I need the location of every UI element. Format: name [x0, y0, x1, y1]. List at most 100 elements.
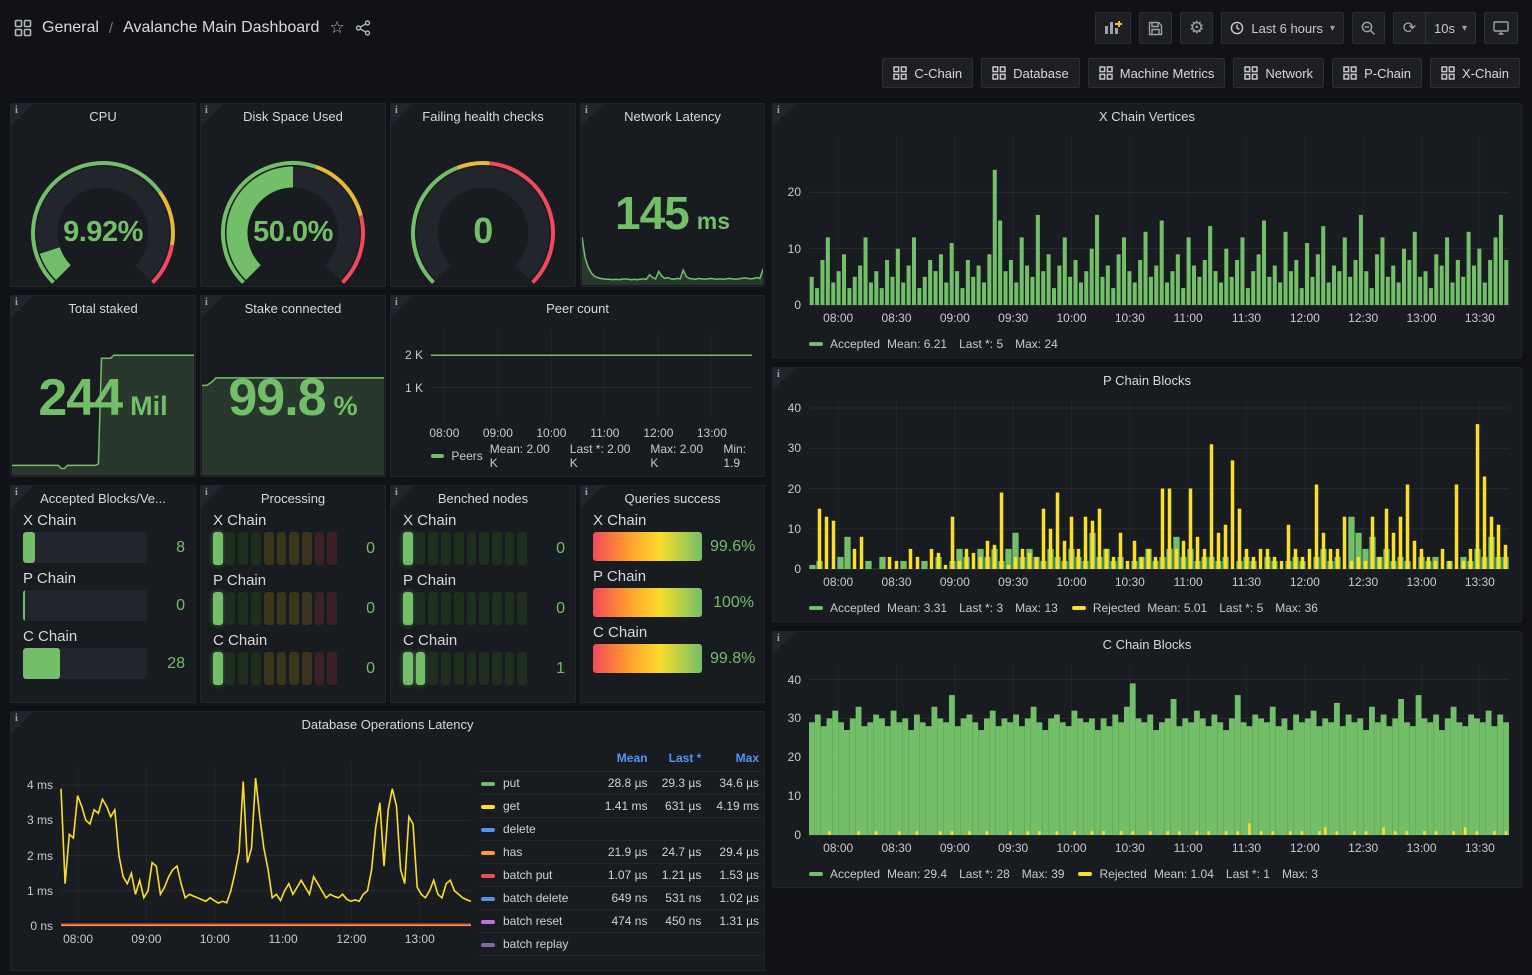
panel-title[interactable]: Accepted Blocks/Ve...: [11, 491, 195, 506]
legend-item[interactable]: RejectedMean: 5.01Last *: 5Max: 36: [1072, 601, 1318, 615]
db-table-header[interactable]: Max: [703, 748, 761, 772]
bar-gauge-row: C Chain99.8%: [593, 624, 754, 673]
dashboard-link-network[interactable]: Network: [1233, 58, 1324, 88]
lcd-gauge: [403, 532, 527, 565]
db-table-header[interactable]: Mean: [592, 748, 650, 772]
legend-swatch: [481, 782, 495, 786]
gradient-gauge-value: 100%: [710, 594, 754, 612]
legend-item[interactable]: AcceptedMean: 6.21Last *: 5Max: 24: [809, 337, 1058, 351]
legend-label[interactable]: delete: [503, 822, 536, 836]
share-icon[interactable]: [355, 20, 371, 36]
legend-label[interactable]: batch replay: [503, 937, 568, 951]
time-range-picker[interactable]: Last 6 hours ▾: [1221, 12, 1344, 44]
dashboard-link-machine-metrics[interactable]: Machine Metrics: [1088, 58, 1226, 88]
lcd-gauge: [213, 652, 337, 685]
db-table-row: put28.8 µs29.3 µs34.6 µs: [479, 772, 761, 795]
time-range-label: Last 6 hours: [1251, 21, 1323, 36]
zoom-out-time-button[interactable]: [1352, 12, 1385, 44]
x-axis-label: 08:00: [823, 841, 853, 855]
dashboard-link-p-chain[interactable]: P-Chain: [1332, 58, 1422, 88]
bar-gauge-label: P Chain: [403, 572, 565, 589]
dashboards-grid-icon[interactable]: [14, 19, 32, 37]
legend-label: Accepted: [830, 337, 880, 351]
legend-label[interactable]: get: [503, 799, 520, 813]
breadcrumb-folder[interactable]: General: [42, 19, 99, 37]
apps-icon: [992, 66, 1006, 80]
panel-queries-success: i Queries success X Chain99.6%P Chain100…: [580, 485, 765, 703]
apps-icon: [1099, 66, 1113, 80]
legend-item[interactable]: AcceptedMean: 29.4Last *: 28Max: 39: [809, 867, 1064, 881]
legend-item[interactable]: PeersMean: 2.00 KLast *: 2.00 KMax: 2.00…: [431, 442, 764, 470]
x-axis-label: 13:30: [1465, 575, 1495, 589]
panel-title[interactable]: Network Latency: [581, 109, 764, 124]
panel-title[interactable]: Benched nodes: [391, 491, 575, 506]
breadcrumb-separator: /: [109, 20, 113, 37]
add-panel-button[interactable]: [1095, 12, 1131, 44]
dashboard-link-database[interactable]: Database: [981, 58, 1080, 88]
y-axis-label: 10: [773, 522, 801, 536]
apps-icon: [1441, 66, 1455, 80]
grafana-dashboard: General / Avalanche Main Dashboard ☆ ⚙: [0, 0, 1532, 975]
y-axis-label: 30: [773, 711, 801, 725]
panel-title[interactable]: Failing health checks: [391, 109, 575, 124]
refresh-button[interactable]: ⟳: [1393, 12, 1425, 44]
dashboard-link-x-chain[interactable]: X-Chain: [1430, 58, 1520, 88]
bar-gauge-label: X Chain: [23, 512, 185, 529]
legend-label[interactable]: batch reset: [503, 914, 562, 928]
y-axis-label: 20: [773, 750, 801, 764]
bar-gauge-row: C Chain28: [23, 628, 185, 679]
x-axis-label: 10:00: [1056, 311, 1086, 325]
panel-title[interactable]: Database Operations Latency: [11, 717, 764, 732]
x-axis-label: 13:00: [697, 426, 727, 440]
legend-swatch: [481, 874, 495, 878]
gradient-gauge-value: 99.8%: [710, 650, 754, 668]
panel-accepted-blocks: i Accepted Blocks/Ve... X Chain8P Chain0…: [10, 485, 196, 703]
y-axis-label: 20: [773, 185, 801, 199]
favorite-star-icon[interactable]: ☆: [329, 18, 344, 38]
panel-title[interactable]: CPU: [11, 109, 195, 124]
bar-gauge-value: 28: [155, 655, 185, 673]
panel-p-chain-blocks: i P Chain Blocks 01020304008:0008:3009:0…: [772, 367, 1522, 622]
y-axis-label: 40: [773, 401, 801, 415]
legend-label[interactable]: batch put: [503, 868, 552, 882]
x-axis-label: 11:00: [1174, 841, 1203, 855]
x-axis-label: 13:00: [405, 932, 435, 946]
legend-label[interactable]: has: [503, 845, 522, 859]
y-axis-label: 40: [773, 673, 801, 687]
x-axis-label: 12:30: [1348, 841, 1378, 855]
x-axis-label: 13:00: [1406, 311, 1436, 325]
x-axis-label: 11:00: [269, 932, 298, 946]
legend-item[interactable]: AcceptedMean: 3.31Last *: 3Max: 13: [809, 601, 1058, 615]
bar-gauge-row: P Chain0: [23, 570, 185, 621]
panel-disk-space: i Disk Space Used 50.0%: [200, 103, 386, 287]
legend-item[interactable]: RejectedMean: 1.04Last *: 1Max: 3: [1078, 867, 1317, 881]
chart-legend: AcceptedMean: 6.21Last *: 5Max: 24: [809, 337, 1058, 351]
legend-label[interactable]: put: [503, 776, 520, 790]
panel-title[interactable]: Disk Space Used: [201, 109, 385, 124]
dashboard-settings-button[interactable]: ⚙: [1180, 12, 1213, 44]
db-table-header[interactable]: Last *: [649, 748, 703, 772]
kiosk-mode-button[interactable]: [1484, 12, 1518, 44]
panel-failing-health-checks: i Failing health checks 0: [390, 103, 576, 287]
breadcrumb-dashboard-title[interactable]: Avalanche Main Dashboard: [123, 19, 319, 37]
panel-cpu: i CPU 9.92%: [10, 103, 196, 287]
lcd-gauge: [213, 592, 337, 625]
dashboard-link-c-chain[interactable]: C-Chain: [882, 58, 973, 88]
save-dashboard-button[interactable]: [1139, 12, 1172, 44]
bar-gauge-track: [23, 532, 147, 563]
refresh-interval-picker[interactable]: 10s ▾: [1425, 12, 1476, 44]
gradient-gauge: [593, 532, 702, 561]
panel-title[interactable]: Queries success: [581, 491, 764, 506]
legend-stats: Mean: 1.04Last *: 1Max: 3: [1154, 867, 1318, 881]
legend-label: Peers: [451, 449, 482, 463]
panel-title[interactable]: Total staked: [11, 301, 195, 316]
y-axis-label: 4 ms: [15, 778, 53, 792]
bar-gauge-row: P Chain0: [403, 572, 565, 625]
x-axis-label: 12:00: [1290, 841, 1320, 855]
panel-title[interactable]: Processing: [201, 491, 385, 506]
y-axis-label: 1 ms: [15, 884, 53, 898]
panel-title[interactable]: Stake connected: [201, 301, 385, 316]
legend-label[interactable]: batch delete: [503, 891, 568, 905]
health-gauge-value: 0: [391, 210, 575, 252]
chart-legend: AcceptedMean: 29.4Last *: 28Max: 39 Rejec…: [809, 867, 1318, 881]
